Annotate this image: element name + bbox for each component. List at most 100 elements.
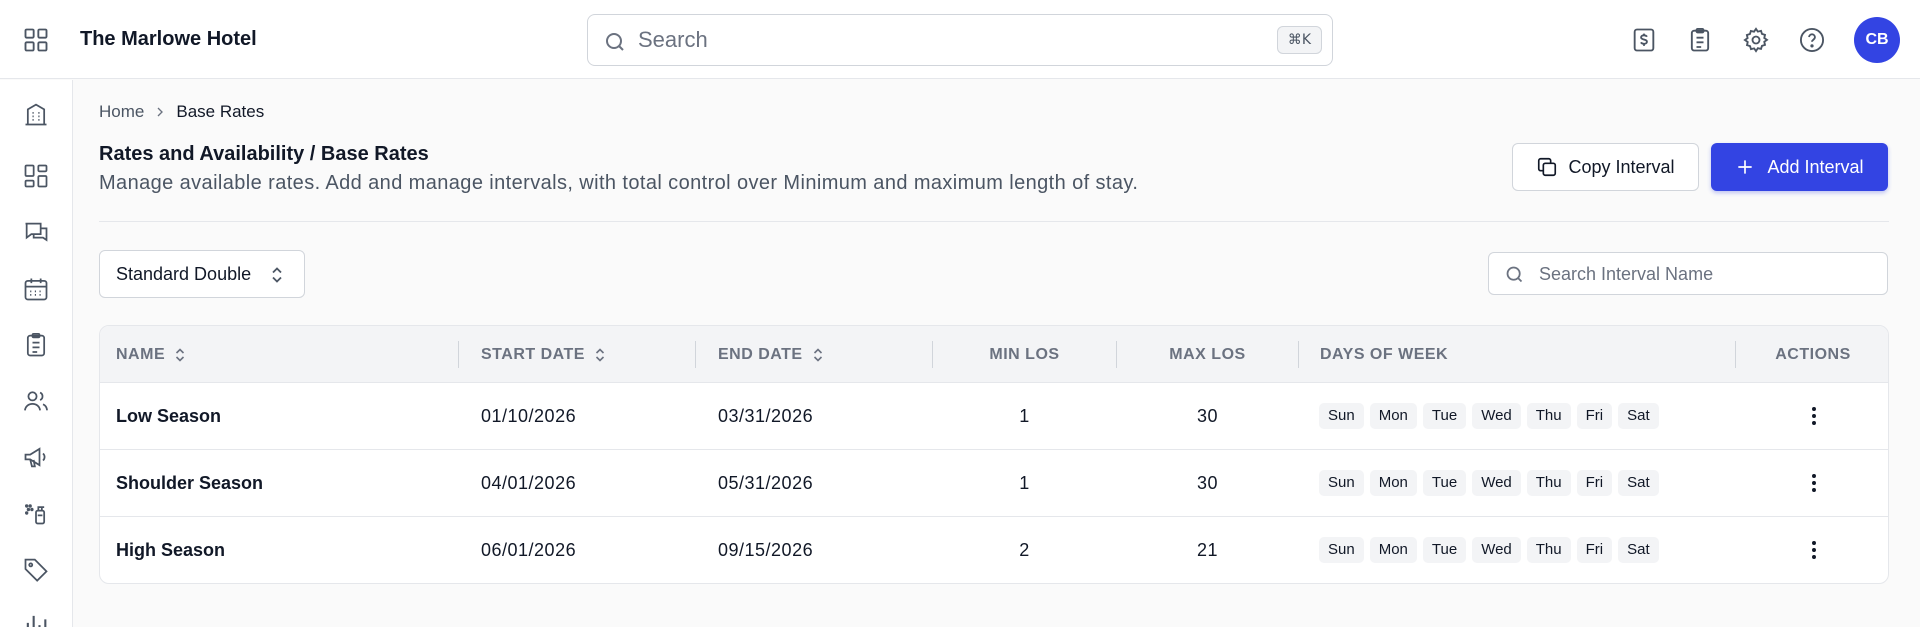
interval-name: Shoulder Season	[116, 473, 264, 493]
table-header: NAME START DATE END DATE MIN LOS MAX LOS…	[100, 326, 1888, 383]
day-chip-sun: Sun	[1319, 537, 1364, 563]
search-input[interactable]	[638, 25, 1238, 55]
start-date: 06/01/2026	[481, 540, 577, 560]
sort-icon	[173, 347, 187, 363]
search-shortcut-badge: ⌘K	[1276, 26, 1322, 54]
clipboard-icon[interactable]	[1686, 26, 1714, 54]
column-header-name[interactable]: NAME	[116, 326, 187, 383]
global-search[interactable]: ⌘K	[587, 14, 1333, 66]
day-chip-sun: Sun	[1319, 403, 1364, 429]
user-avatar[interactable]: CB	[1854, 17, 1900, 63]
day-chip-fri: Fri	[1576, 403, 1613, 429]
intervals-table: NAME START DATE END DATE MIN LOS MAX LOS…	[99, 325, 1889, 584]
max-los: 30	[1196, 406, 1219, 426]
hotel-name: The Marlowe Hotel	[80, 28, 257, 50]
breadcrumb: Home Base Rates	[99, 102, 264, 122]
start-date: 01/10/2026	[481, 406, 577, 426]
start-date: 04/01/2026	[481, 473, 577, 493]
users-icon[interactable]	[22, 387, 50, 415]
sort-icon	[593, 347, 607, 363]
more-vertical-icon[interactable]	[1800, 536, 1828, 564]
column-separator	[458, 341, 459, 368]
day-chip-sat: Sat	[1618, 403, 1659, 429]
day-chip-thu: Thu	[1526, 403, 1571, 429]
add-interval-button[interactable]: Add Interval	[1711, 143, 1888, 191]
interval-search-input[interactable]	[1539, 262, 1869, 286]
interval-search[interactable]	[1488, 252, 1888, 295]
end-date: 03/31/2026	[718, 406, 814, 426]
breadcrumb-current: Base Rates	[176, 102, 265, 121]
min-los: 1	[1019, 473, 1030, 493]
gear-icon[interactable]	[1742, 26, 1770, 54]
interval-name: High Season	[116, 540, 226, 560]
more-vertical-icon[interactable]	[1800, 469, 1828, 497]
building-icon[interactable]	[22, 100, 50, 128]
copy-icon	[1536, 156, 1558, 178]
apps-grid-icon[interactable]	[22, 26, 50, 54]
billing-icon[interactable]	[1630, 26, 1658, 54]
column-header-min-los: MIN LOS	[989, 345, 1060, 363]
day-chip-tue: Tue	[1422, 470, 1467, 496]
min-los: 2	[1019, 540, 1030, 560]
plus-icon	[1735, 157, 1755, 177]
table-row[interactable]: Low Season 01/10/2026 03/31/2026 1 30 Su…	[100, 383, 1888, 450]
help-icon[interactable]	[1798, 26, 1826, 54]
megaphone-icon[interactable]	[22, 443, 50, 471]
more-vertical-icon[interactable]	[1800, 402, 1828, 430]
room-type-value: Standard Double	[116, 263, 252, 284]
day-chip-sun: Sun	[1319, 470, 1364, 496]
header-divider	[99, 221, 1889, 222]
column-separator	[1298, 341, 1299, 368]
day-chip-tue: Tue	[1422, 403, 1467, 429]
day-chip-wed: Wed	[1472, 537, 1521, 563]
sidebar	[0, 80, 73, 627]
day-chip-mon: Mon	[1369, 403, 1417, 429]
day-chip-mon: Mon	[1369, 537, 1417, 563]
table-row[interactable]: High Season 06/01/2026 09/15/2026 2 21 S…	[100, 517, 1888, 583]
clipboard-icon[interactable]	[22, 331, 50, 359]
end-date: 09/15/2026	[718, 540, 814, 560]
chevron-up-down-icon	[268, 265, 286, 285]
dashboard-icon[interactable]	[22, 162, 50, 190]
copy-interval-label: Copy Interval	[1568, 156, 1675, 177]
column-header-start-date[interactable]: START DATE	[481, 326, 607, 383]
tag-icon[interactable]	[22, 555, 50, 583]
top-bar: The Marlowe Hotel ⌘K CB	[0, 0, 1920, 79]
day-chip-wed: Wed	[1472, 470, 1521, 496]
column-header-days-of-week: DAYS OF WEEK	[1320, 345, 1449, 363]
column-header-max-los: MAX LOS	[1169, 345, 1246, 363]
table-row[interactable]: Shoulder Season 04/01/2026 05/31/2026 1 …	[100, 450, 1888, 517]
breadcrumb-home-link[interactable]: Home	[99, 102, 144, 122]
day-chip-mon: Mon	[1369, 470, 1417, 496]
calendar-icon[interactable]	[22, 275, 50, 303]
day-chip-thu: Thu	[1526, 537, 1571, 563]
interval-name: Low Season	[116, 406, 222, 426]
page-subtitle: Manage available rates. Add and manage i…	[99, 172, 1139, 194]
max-los: 30	[1196, 473, 1219, 493]
day-chip-fri: Fri	[1576, 470, 1613, 496]
search-icon	[603, 30, 627, 54]
chevron-right-icon	[152, 104, 168, 120]
room-type-select[interactable]: Standard Double	[99, 250, 305, 298]
max-los: 21	[1196, 540, 1219, 560]
page-title: Rates and Availability / Base Rates	[99, 143, 429, 165]
day-chip-sat: Sat	[1618, 537, 1659, 563]
day-chip-thu: Thu	[1526, 470, 1571, 496]
column-header-end-date[interactable]: END DATE	[718, 326, 825, 383]
sort-icon	[811, 347, 825, 363]
day-chip-fri: Fri	[1576, 537, 1613, 563]
day-chip-tue: Tue	[1422, 537, 1467, 563]
column-header-actions: ACTIONS	[1775, 345, 1851, 363]
end-date: 05/31/2026	[718, 473, 814, 493]
chart-icon[interactable]	[22, 610, 50, 627]
search-icon	[1504, 264, 1525, 285]
housekeeping-icon[interactable]	[22, 499, 50, 527]
messages-icon[interactable]	[22, 219, 50, 247]
column-separator	[695, 341, 696, 368]
add-interval-label: Add Interval	[1767, 156, 1864, 177]
day-chip-sat: Sat	[1618, 470, 1659, 496]
copy-interval-button[interactable]: Copy Interval	[1512, 143, 1699, 191]
day-chip-wed: Wed	[1472, 403, 1521, 429]
days-of-week: Sun Mon Tue Wed Thu Fri Sat	[1319, 537, 1659, 563]
min-los: 1	[1019, 406, 1030, 426]
